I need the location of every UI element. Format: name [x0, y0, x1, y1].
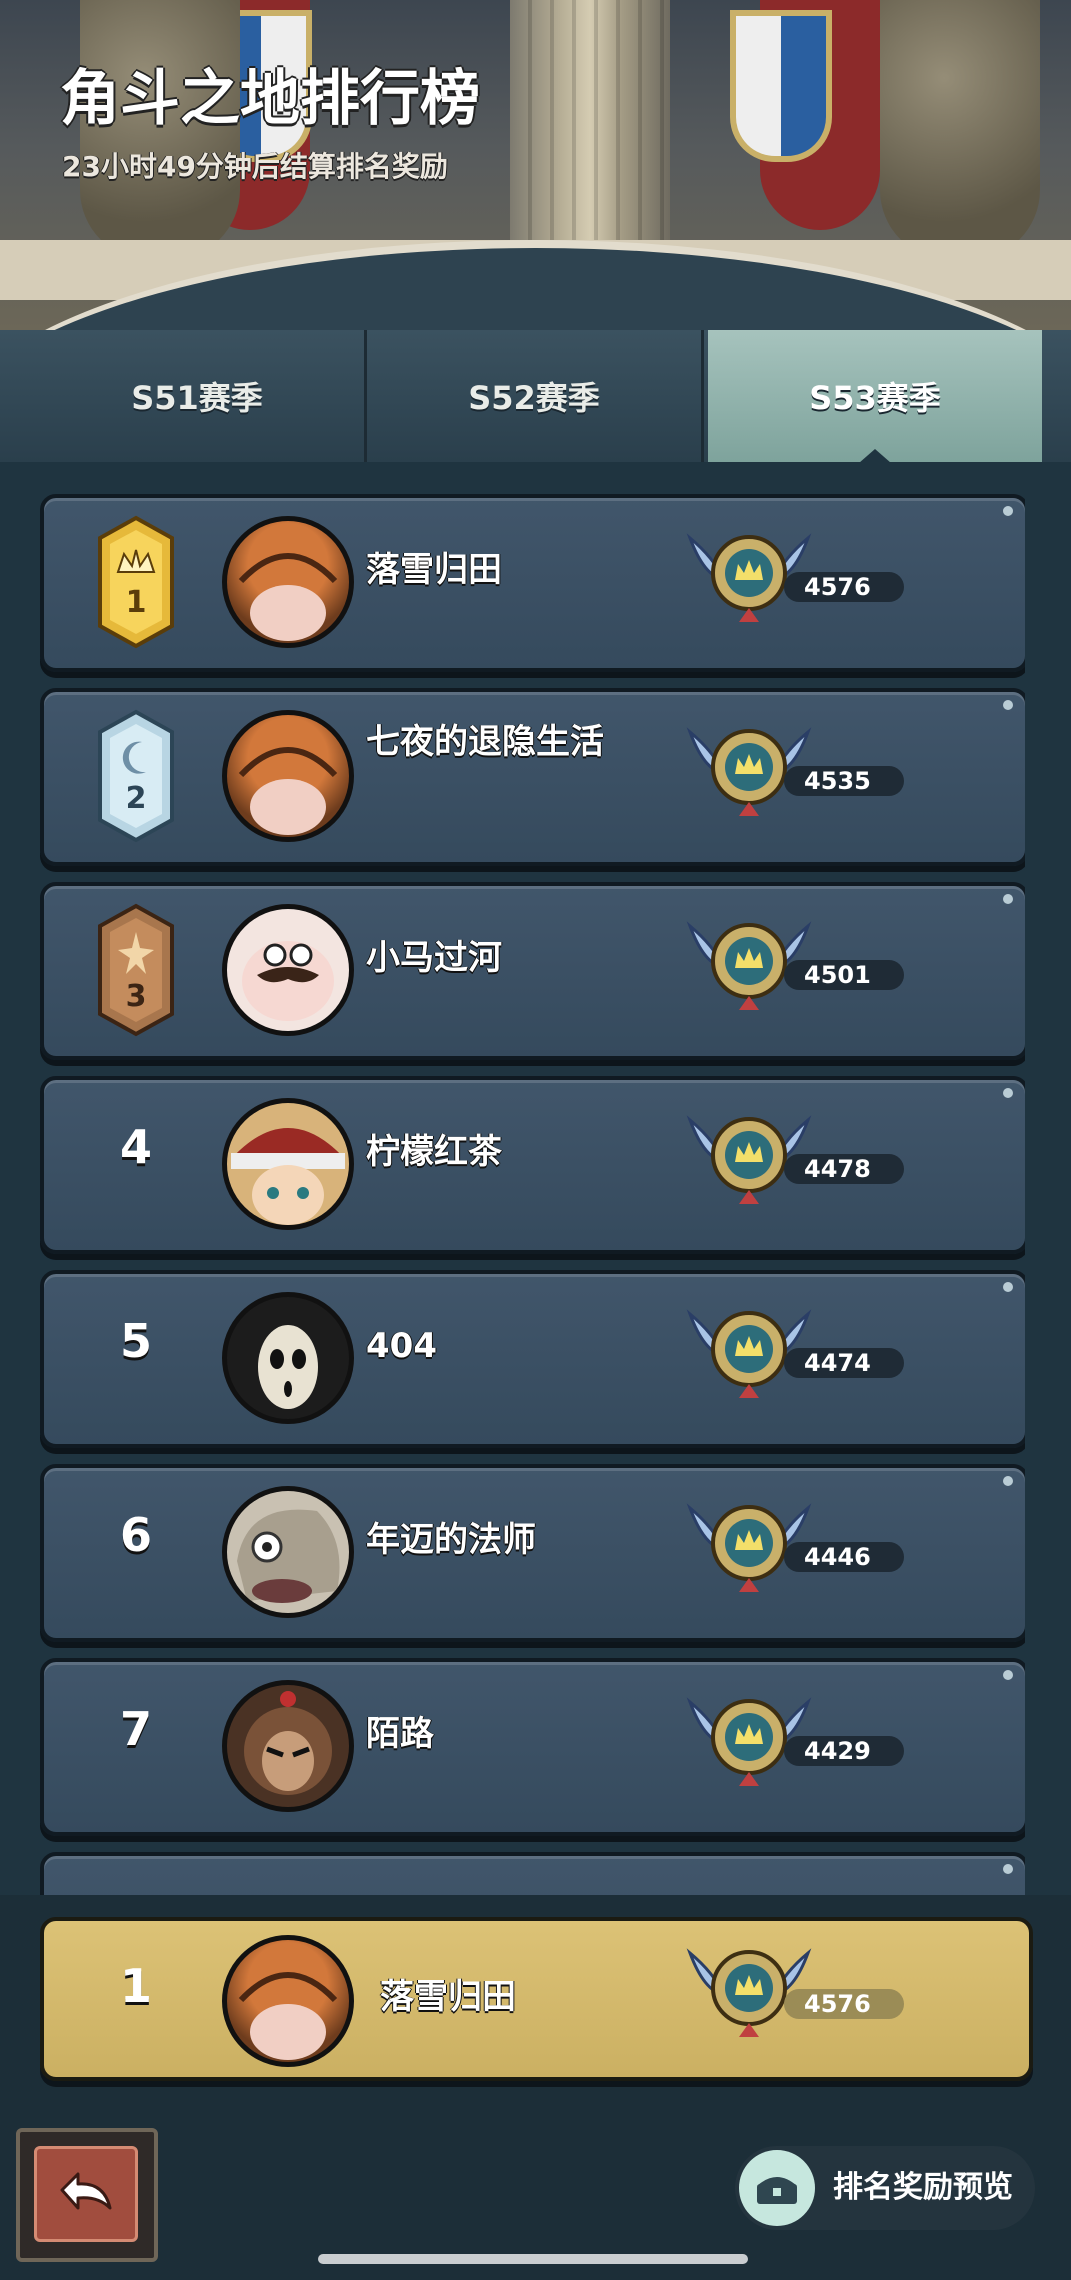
rank-number: 5 [119, 1314, 152, 1368]
page-title: 角斗之地排行榜 [60, 64, 480, 134]
player-avatar[interactable] [222, 710, 354, 842]
corner-gem [1003, 506, 1013, 516]
reward-preview-label: 排名奖励预览 [833, 2170, 1013, 2205]
player-name: 落雪归田 [366, 550, 502, 590]
rank-trophy-icon [686, 1948, 812, 2037]
corner-gem [1003, 1088, 1013, 1098]
return-arrow-icon [34, 2146, 138, 2242]
reward-chest-icon [739, 2150, 815, 2226]
rank-number: 7 [119, 1702, 152, 1756]
player-score: 4446 [784, 1542, 904, 1572]
ranking-row-4[interactable]: 4 柠檬红茶 4478 [40, 1076, 1025, 1254]
player-score: 4535 [784, 766, 904, 796]
player-name: 陌路 [366, 1714, 434, 1754]
ranking-row-5[interactable]: 5 404 4474 [40, 1270, 1025, 1448]
player-score: 4501 [784, 960, 904, 990]
corner-gem [1003, 1282, 1013, 1292]
my-avatar[interactable] [222, 1935, 354, 2067]
rank-number: 4 [119, 1120, 152, 1174]
player-avatar[interactable] [222, 1098, 354, 1230]
corner-gem [1003, 1476, 1013, 1486]
ranking-row-3[interactable]: 3 小马过河 4501 [40, 882, 1025, 1060]
svg-text:1: 1 [126, 585, 147, 620]
ranking-row-6[interactable]: 6 年迈的法师 4446 [40, 1464, 1025, 1642]
player-avatar[interactable] [222, 1292, 354, 1424]
ranking-row-2[interactable]: 2 七夜的退隐生活 4535 [40, 688, 1025, 866]
ranking-row-1[interactable]: 1 落雪归田 4576 [40, 494, 1025, 672]
rank-number: 6 [119, 1508, 152, 1562]
ranking-row-partial[interactable] [40, 1852, 1025, 1900]
header-banner: 角斗之地排行榜 23小时49分钟后结算排名奖励 [0, 0, 1071, 330]
my-name: 落雪归田 [380, 1977, 516, 2017]
back-button[interactable] [16, 2128, 158, 2262]
player-avatar[interactable] [222, 1680, 354, 1812]
bronze-star-badge-icon: 3 [98, 903, 174, 1037]
player-name: 柠檬红茶 [366, 1132, 502, 1172]
player-score: 4429 [784, 1736, 904, 1766]
corner-gem [1003, 700, 1013, 710]
player-name: 七夜的退隐生活 [366, 722, 604, 762]
reward-preview-button[interactable]: 排名奖励预览 [735, 2146, 1035, 2230]
player-avatar[interactable] [222, 516, 354, 648]
corner-gem [1003, 1864, 1013, 1874]
tab-s53[interactable]: S53赛季 [708, 330, 1042, 463]
corner-gem [1003, 894, 1013, 904]
player-score: 4576 [784, 572, 904, 602]
tab-s52[interactable]: S52赛季 [367, 330, 704, 462]
shield-decoration [730, 10, 832, 162]
ranking-row-7[interactable]: 7 陌路 4429 [40, 1658, 1025, 1836]
player-score: 4478 [784, 1154, 904, 1184]
corner-gem [1003, 1670, 1013, 1680]
knight-statue [880, 0, 1040, 260]
my-rank-number: 1 [119, 1959, 152, 2013]
home-indicator[interactable] [318, 2254, 748, 2264]
player-avatar[interactable] [222, 1486, 354, 1618]
player-score: 4474 [784, 1348, 904, 1378]
my-rank-row[interactable]: 1 落雪归田 4576 [40, 1917, 1033, 2081]
tab-s51[interactable]: S51赛季 [30, 330, 367, 462]
my-score: 4576 [784, 1989, 904, 2019]
season-tabs: S51赛季 S52赛季 S53赛季 [0, 330, 1071, 463]
settlement-countdown: 23小时49分钟后结算排名奖励 [62, 150, 448, 183]
ranking-list[interactable]: 1 落雪归田 4576 2 七夜的退隐生活 4535 3 小马过河 4501 4… [40, 490, 1025, 1900]
player-name: 小马过河 [366, 938, 502, 978]
gold-crown-badge-icon: 1 [98, 515, 174, 649]
player-name: 年迈的法师 [366, 1520, 536, 1560]
player-avatar[interactable] [222, 904, 354, 1036]
svg-text:3: 3 [126, 979, 147, 1014]
player-name: 404 [366, 1326, 437, 1366]
svg-text:2: 2 [126, 781, 147, 816]
silver-moon-badge-icon: 2 [98, 709, 174, 843]
